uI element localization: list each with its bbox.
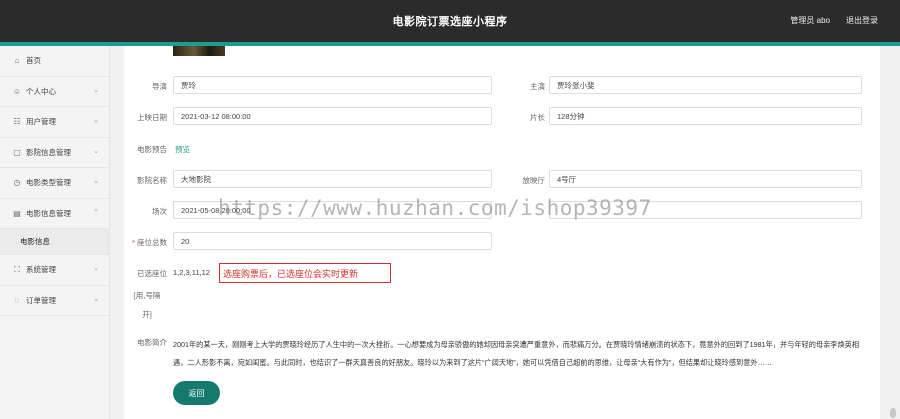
sidebar-item-label: 系统管理 [26, 265, 56, 275]
back-button[interactable]: 返回 [173, 381, 220, 405]
length-field[interactable]: 128分钟 [549, 107, 862, 125]
chevron-down-icon: ⌄ [93, 86, 99, 94]
sidebar-subitem-movie-info[interactable]: 电影信息 [0, 229, 109, 255]
total-seats-label-text: 座位总数 [137, 238, 167, 247]
release-date-label: 上映日期 [137, 113, 167, 122]
cinema-field[interactable]: 大地影院 [173, 170, 492, 188]
session-label: 场次 [152, 207, 167, 216]
sidebar-item-label: 电影信息管理 [26, 208, 71, 218]
sidebar: ⌂ 首页 ☺ 个人中心 ⌄ ☷ 用户管理 ⌄ ▢ 影院信息管理 ⌄ ◷ 电影类型… [0, 46, 110, 419]
length-label: 片长 [530, 113, 545, 122]
chevron-down-icon: ⌄ [93, 178, 99, 185]
chevron-down-icon: ⌄ [93, 117, 99, 124]
admin-user-label: 管理员 abo [790, 16, 830, 25]
chevron-down-icon: ⌄ [93, 265, 99, 272]
sidebar-item-personal-center[interactable]: ☺ 个人中心 ⌄ [0, 77, 109, 107]
sidebar-item-system-management[interactable]: ⛶ 系统管理 ⌄ [0, 255, 109, 286]
order-icon: ◌ [14, 295, 20, 305]
description-text: 2001年的某一天，刚刚考上大学的贾晓玲经历了人生中的一次大挫折。一心想要成为母… [173, 340, 860, 367]
film-info-icon: ▢ [13, 147, 21, 157]
selected-seats-label: 已选座位 [137, 269, 167, 278]
watermark-text: https://www.huzhan.com/ishop39397 [218, 196, 652, 220]
chevron-up-icon: ⌃ [93, 208, 99, 216]
hall-label: 放映厅 [522, 176, 546, 185]
settings-icon: ⛶ [14, 264, 20, 274]
app-title: 电影院订票选座小程序 [392, 16, 508, 28]
actor-label: 主演 [530, 82, 545, 91]
selected-seats-value[interactable]: 1,2,3,11,12 [173, 268, 210, 277]
users-icon: ☷ [13, 117, 21, 127]
sidebar-item-movie-type-management[interactable]: ◷ 电影类型管理 ⌄ [0, 168, 109, 199]
director-label: 导演 [152, 82, 167, 91]
sidebar-item-label: 电影类型管理 [26, 178, 71, 188]
user-icon: ☺ [12, 86, 22, 96]
sidebar-item-label: 首页 [26, 56, 41, 66]
scrollbar[interactable] [888, 46, 900, 419]
sidebar-item-user-management[interactable]: ☷ 用户管理 ⌄ [0, 107, 109, 138]
logout-link[interactable]: 退出登录 [846, 15, 878, 26]
sidebar-item-label: 用户管理 [26, 117, 56, 127]
sidebar-item-label: 个人中心 [26, 86, 56, 96]
sidebar-item-movie-info-management[interactable]: ▤ 电影信息管理 ⌃ [0, 199, 109, 229]
chevron-down-icon: ⌄ [93, 295, 99, 303]
selected-seats-note: 选座购票后，已选座位会实时更新 [219, 263, 391, 283]
movie-poster-image [173, 46, 225, 56]
sidebar-item-home[interactable]: ⌂ 首页 [0, 46, 109, 77]
cinema-label: 影院名称 [137, 176, 167, 185]
sidebar-item-label: 订单管理 [26, 295, 56, 305]
clock-icon: ◷ [13, 178, 21, 188]
movie-detail-form: 导演 贾玲 主演 贾玲张小斐 上映日期 2021-03-12 08:00:00 … [124, 46, 880, 419]
description-label: 电影简介 [137, 338, 167, 347]
actor-field[interactable]: 贾玲张小斐 [549, 76, 862, 94]
trailer-label: 电影预告 [137, 145, 167, 154]
scrollbar-thumb[interactable] [890, 408, 896, 418]
sidebar-item-cinema-management[interactable]: ▢ 影院信息管理 ⌄ [0, 138, 109, 168]
hall-field[interactable]: 4号厅 [549, 170, 862, 188]
trailer-preview-link[interactable]: 预览 [175, 144, 190, 155]
sidebar-item-label: 影院信息管理 [26, 147, 71, 157]
top-bar: 电影院订票选座小程序 管理员 abo 退出登录 [0, 0, 900, 42]
required-mark: * [131, 238, 135, 247]
selected-seats-hint: [用,号隔开] [133, 291, 161, 319]
sidebar-item-order-management[interactable]: ◌ 订单管理 ⌄ [0, 286, 109, 316]
home-icon: ⌂ [14, 56, 20, 66]
total-seats-field[interactable]: 20 [173, 232, 492, 250]
monitor-icon: ▤ [13, 208, 21, 218]
chevron-down-icon: ⌄ [93, 147, 99, 155]
director-field[interactable]: 贾玲 [173, 76, 492, 94]
total-seats-label: * 座位总数 [124, 237, 167, 248]
release-date-field[interactable]: 2021-03-12 08:00:00 [173, 107, 492, 125]
